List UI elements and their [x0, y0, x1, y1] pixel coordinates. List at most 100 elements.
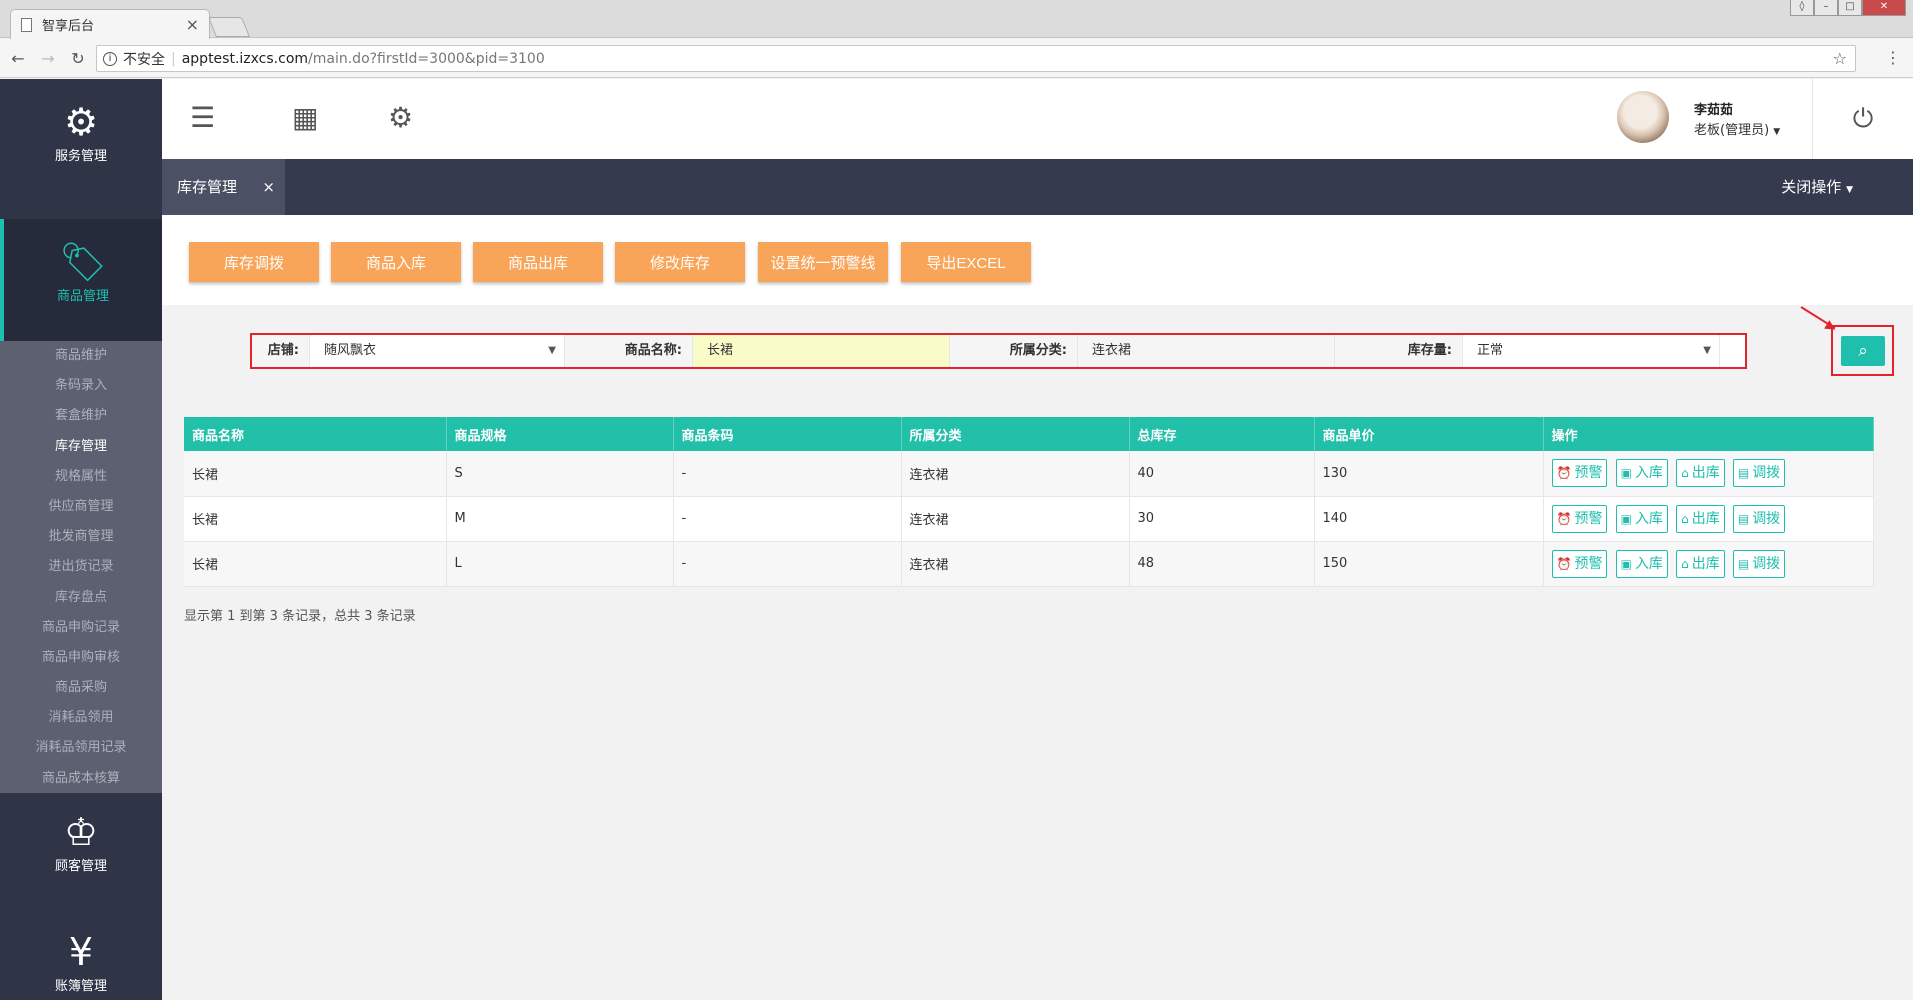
transfer-label: 调拨: [1752, 465, 1781, 482]
sidebar-item-ledger[interactable]: ¥ 账簿管理: [0, 929, 162, 1000]
close-operations-menu[interactable]: 关闭操作 ▼: [1781, 159, 1853, 218]
user-role-dropdown[interactable]: 老板(管理员) ▼: [1694, 119, 1780, 138]
transfer-button[interactable]: ▤ 调拨: [1732, 459, 1786, 488]
outbound-button[interactable]: ⌂ 出库: [1676, 504, 1725, 533]
export-excel-button[interactable]: 导出EXCEL: [901, 242, 1031, 282]
settings-gear-icon[interactable]: ⚙: [388, 101, 413, 134]
sidebar-item-customer[interactable]: ♔ 顾客管理: [0, 809, 162, 909]
inbound-button[interactable]: ▣ 入库: [1615, 504, 1668, 533]
store-value: 随风飘衣: [324, 343, 377, 358]
outbound-button[interactable]: ⌂ 出库: [1676, 459, 1725, 488]
submenu-item-active[interactable]: 库存管理: [0, 432, 162, 462]
grid-icon[interactable]: ▦: [292, 101, 318, 134]
modify-stock-button[interactable]: 修改库存: [615, 242, 745, 282]
transfer-button[interactable]: ▤ 调拨: [1732, 549, 1786, 578]
stock-select[interactable]: 正常 ▼: [1463, 335, 1720, 367]
column-header[interactable]: 商品规格: [446, 417, 674, 451]
inbound-button[interactable]: ▣ 入库: [1615, 549, 1668, 578]
submenu-item[interactable]: 库存盘点: [0, 583, 162, 613]
cell-name: 长裙: [184, 451, 447, 497]
submenu-item[interactable]: 进出货记录: [0, 552, 162, 582]
sale-tag-icon: 🏷: [58, 240, 108, 284]
transfer-label: 调拨: [1752, 555, 1781, 572]
cell-spec: M: [446, 496, 674, 542]
url-host: apptest.izxcs.com: [181, 50, 309, 67]
submenu-item[interactable]: 商品申购记录: [0, 613, 162, 643]
back-icon[interactable]: ←: [6, 49, 30, 68]
user-name[interactable]: 李茹茹: [1694, 99, 1733, 118]
submenu-item[interactable]: 商品成本核算: [0, 764, 162, 794]
power-icon[interactable]: ⏻: [1812, 79, 1913, 159]
house-out-icon: ⌂: [1681, 466, 1689, 481]
outbound-label: 出库: [1691, 510, 1720, 527]
window-close-icon[interactable]: ✕: [1862, 0, 1906, 16]
info-icon[interactable]: i: [103, 51, 117, 66]
goods-outbound-button[interactable]: 商品出库: [473, 242, 603, 282]
warning-button[interactable]: ⏰ 预警: [1551, 549, 1608, 578]
submenu-item[interactable]: 商品申购审核: [0, 643, 162, 673]
warning-button[interactable]: ⏰ 预警: [1551, 504, 1608, 533]
search-icon: ⌕: [1858, 341, 1868, 361]
house-out-icon: ⌂: [1681, 511, 1689, 526]
maximize-icon[interactable]: □: [1838, 0, 1862, 16]
column-header[interactable]: 商品名称: [184, 417, 447, 451]
page-tabstrip: 库存管理 × 关闭操作 ▼: [162, 159, 1913, 215]
forward-icon[interactable]: →: [36, 49, 60, 68]
submenu-item[interactable]: 商品采购: [0, 673, 162, 703]
outbound-button[interactable]: ⌂ 出库: [1676, 549, 1725, 578]
submenu-item[interactable]: 供应商管理: [0, 492, 162, 522]
caret-down-icon: ▼: [548, 345, 556, 356]
address-bar[interactable]: i 不安全 | apptest.izxcs.com /main.do?first…: [96, 45, 1856, 72]
sidebar-item-goods[interactable]: 🏷 商品管理: [0, 219, 162, 341]
tab-close-icon[interactable]: ×: [262, 159, 275, 215]
warning-label: 预警: [1574, 510, 1603, 527]
column-header: 操作: [1543, 417, 1874, 451]
alarm-icon: ⏰: [1556, 466, 1572, 481]
set-warning-line-button[interactable]: 设置统一预警线: [758, 242, 888, 282]
goods-inbound-button[interactable]: 商品入库: [331, 242, 461, 282]
column-header[interactable]: 商品单价: [1314, 417, 1544, 451]
cell-category: 连衣裙: [901, 496, 1130, 542]
sidebar-item-label: 商品管理: [56, 289, 109, 304]
submenu-item[interactable]: 批发商管理: [0, 522, 162, 552]
browser-tab[interactable]: 智享后台 ×: [10, 9, 210, 39]
submenu-item[interactable]: 消耗品领用记录: [0, 733, 162, 763]
submenu-item[interactable]: 规格属性: [0, 462, 162, 492]
new-tab-button[interactable]: [207, 17, 251, 37]
search-button[interactable]: ⌕: [1841, 336, 1885, 366]
cell-barcode: -: [673, 451, 902, 497]
collapse-menu-icon[interactable]: ☰: [190, 101, 215, 134]
transfer-button[interactable]: ▤ 调拨: [1732, 504, 1786, 533]
crown-icon: ♔: [63, 810, 99, 854]
cell-price: 140: [1314, 496, 1544, 542]
stock-transfer-button[interactable]: 库存调拨: [189, 242, 319, 282]
tab-inventory[interactable]: 库存管理 ×: [162, 159, 285, 215]
store-select[interactable]: 随风飘衣 ▼: [310, 335, 565, 367]
cell-category: 连衣裙: [901, 451, 1130, 497]
goods-name-input[interactable]: 长裙: [693, 335, 950, 367]
outbound-label: 出库: [1691, 465, 1720, 482]
submenu-item[interactable]: 套盒维护: [0, 401, 162, 431]
column-header[interactable]: 所属分类: [901, 417, 1130, 451]
user-icon[interactable]: ◊: [1790, 0, 1814, 16]
submenu-item[interactable]: 条码录入: [0, 371, 162, 401]
reload-icon[interactable]: ↻: [66, 49, 90, 68]
submenu-item[interactable]: 消耗品领用: [0, 703, 162, 733]
submenu-item[interactable]: 商品维护: [0, 341, 162, 371]
table-row: 长裙 M - 连衣裙 30 140 ⏰ 预警 ▣ 入库 ⌂ 出库 ▤ 调拨: [184, 496, 1874, 542]
bookmark-star-icon[interactable]: ☆: [1833, 49, 1847, 68]
column-header[interactable]: 商品条码: [673, 417, 902, 451]
outbound-label: 出库: [1691, 555, 1720, 572]
cell-spec: L: [446, 541, 674, 587]
column-header[interactable]: 总库存: [1129, 417, 1315, 451]
tab-close-icon[interactable]: ×: [186, 15, 199, 34]
sidebar-item-service[interactable]: ⚙ 服务管理: [0, 99, 162, 199]
category-field[interactable]: 连衣裙: [1078, 335, 1335, 367]
minimize-icon[interactable]: –: [1814, 0, 1838, 16]
window-controls: ◊ – □ ✕: [1790, 0, 1906, 16]
warning-button[interactable]: ⏰ 预警: [1551, 459, 1608, 488]
browser-menu-icon[interactable]: ⋮: [1885, 48, 1901, 67]
avatar[interactable]: [1617, 91, 1669, 143]
inbound-button[interactable]: ▣ 入库: [1615, 459, 1668, 488]
inbound-label: 入库: [1634, 510, 1663, 527]
